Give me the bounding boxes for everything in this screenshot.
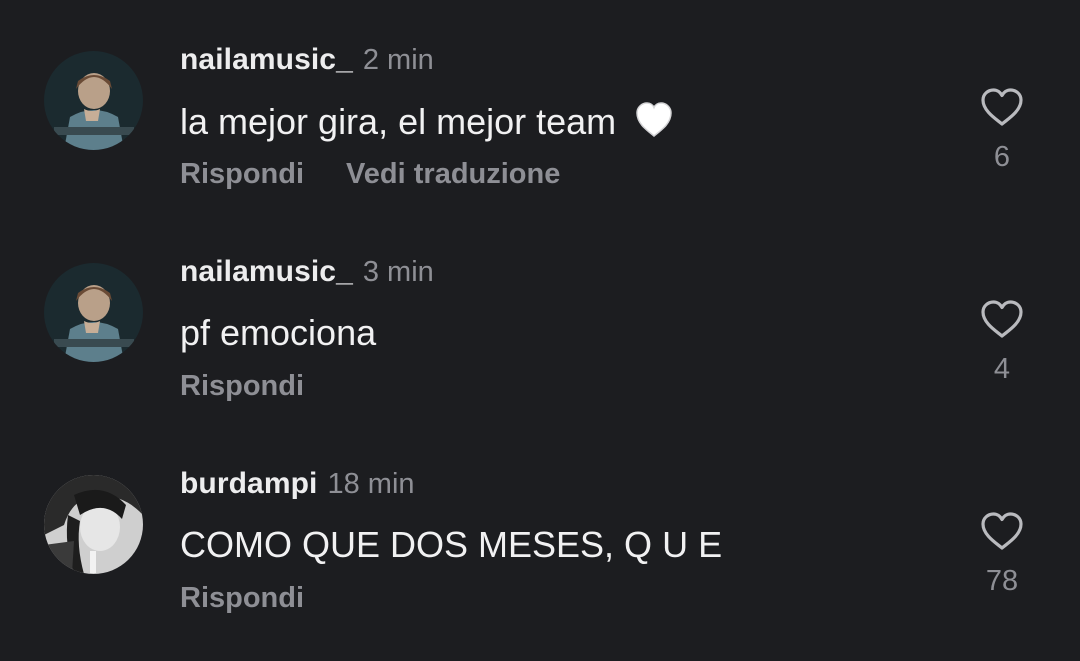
username[interactable]: nailamusic_ xyxy=(180,43,353,76)
reply-button[interactable]: Rispondi xyxy=(180,370,304,403)
timestamp: 18 min xyxy=(327,468,415,500)
comment-item: nailamusic_ 3 min pf emociona Rispondi 4 xyxy=(0,212,1080,424)
reply-button[interactable]: Rispondi xyxy=(180,582,304,615)
comment-body: pf emociona xyxy=(180,312,376,354)
username[interactable]: burdampi xyxy=(180,467,317,500)
avatar[interactable] xyxy=(44,475,143,574)
comment-header: nailamusic_ 3 min xyxy=(180,255,434,289)
comment-text: pf emociona xyxy=(180,312,377,353)
comment-item: nailamusic_ 2 min la mejor gira, el mejor… xyxy=(0,0,1080,212)
heart-outline-icon[interactable] xyxy=(979,86,1025,128)
see-translation-button[interactable]: Vedi traduzione xyxy=(346,158,560,191)
comment-body: COMO QUE DOS MESES, Q U E xyxy=(180,524,722,566)
avatar[interactable] xyxy=(44,51,143,150)
timestamp: 2 min xyxy=(362,44,434,76)
white-heart-emoji-icon xyxy=(634,100,674,140)
comment-actions: Rispondi Vedi traduzione xyxy=(180,158,602,191)
like-count: 6 xyxy=(993,141,1011,173)
like-count: 4 xyxy=(993,353,1011,385)
like-control: 78 xyxy=(962,510,1042,598)
comment-text: la mejor gira, el mejor team xyxy=(180,101,617,142)
comment-header: nailamusic_ 2 min xyxy=(180,43,434,77)
comment-item: burdampi 18 min COMO QUE DOS MESES, Q U E… xyxy=(0,424,1080,636)
like-control: 6 xyxy=(962,86,1042,174)
like-count: 78 xyxy=(985,565,1019,597)
username[interactable]: nailamusic_ xyxy=(180,255,353,288)
comment-text: COMO QUE DOS MESES, Q U E xyxy=(180,524,723,565)
comment-actions: Rispondi xyxy=(180,582,346,615)
comment-header: burdampi 18 min xyxy=(180,467,415,501)
like-control: 4 xyxy=(962,298,1042,386)
heart-outline-icon[interactable] xyxy=(979,298,1025,340)
reply-button[interactable]: Rispondi xyxy=(180,158,304,191)
timestamp: 3 min xyxy=(362,256,434,288)
comment-body: la mejor gira, el mejor team xyxy=(180,100,674,143)
avatar[interactable] xyxy=(44,263,143,362)
comment-actions: Rispondi xyxy=(180,370,346,403)
heart-outline-icon[interactable] xyxy=(979,510,1025,552)
